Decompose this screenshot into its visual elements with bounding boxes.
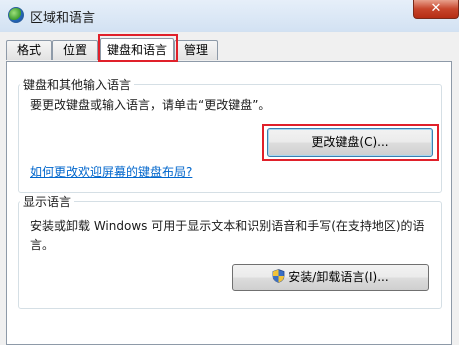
globe-icon [8,7,24,23]
uac-shield-icon [272,269,285,283]
tab-location[interactable]: 位置 [52,40,98,60]
region-language-window: 区域和语言 ✕ 格式 位置 键盘和语言 管理 键盘和其他输入语言 要更改键盘或输… [0,0,459,345]
display-language-description-line1: 安装或卸载 Windows 可用于显示文本和识别语音和手写(在支持地区)的语 [30,219,425,233]
tab-administrative[interactable]: 管理 [174,40,218,60]
title-bar[interactable]: 区域和语言 ✕ [0,0,459,31]
close-button[interactable]: ✕ [413,0,459,19]
keyboards-group-label: 键盘和其他输入语言 [20,76,135,93]
window-title: 区域和语言 [30,11,96,26]
display-language-label: 显示语言 [20,193,75,210]
welcome-screen-keyboard-link[interactable]: 如何更改欢迎屏幕的键盘布局? [30,163,192,180]
keyboards-instruction: 要更改键盘或输入语言，请单击“更改键盘”。 [30,98,271,112]
install-uninstall-languages-button[interactable]: 安装/卸载语言(I)... [232,264,429,291]
tab-keyboards-languages[interactable]: 键盘和语言 [100,38,174,62]
install-button-label: 安装/卸载语言(I)... [288,270,389,284]
tab-panel: 键盘和其他输入语言 要更改键盘或输入语言，请单击“更改键盘”。 更改键盘(C).… [6,61,452,345]
tab-formats[interactable]: 格式 [6,40,52,60]
change-keyboards-button[interactable]: 更改键盘(C)... [267,128,433,157]
display-language-description-line2: 言。 [30,238,55,252]
